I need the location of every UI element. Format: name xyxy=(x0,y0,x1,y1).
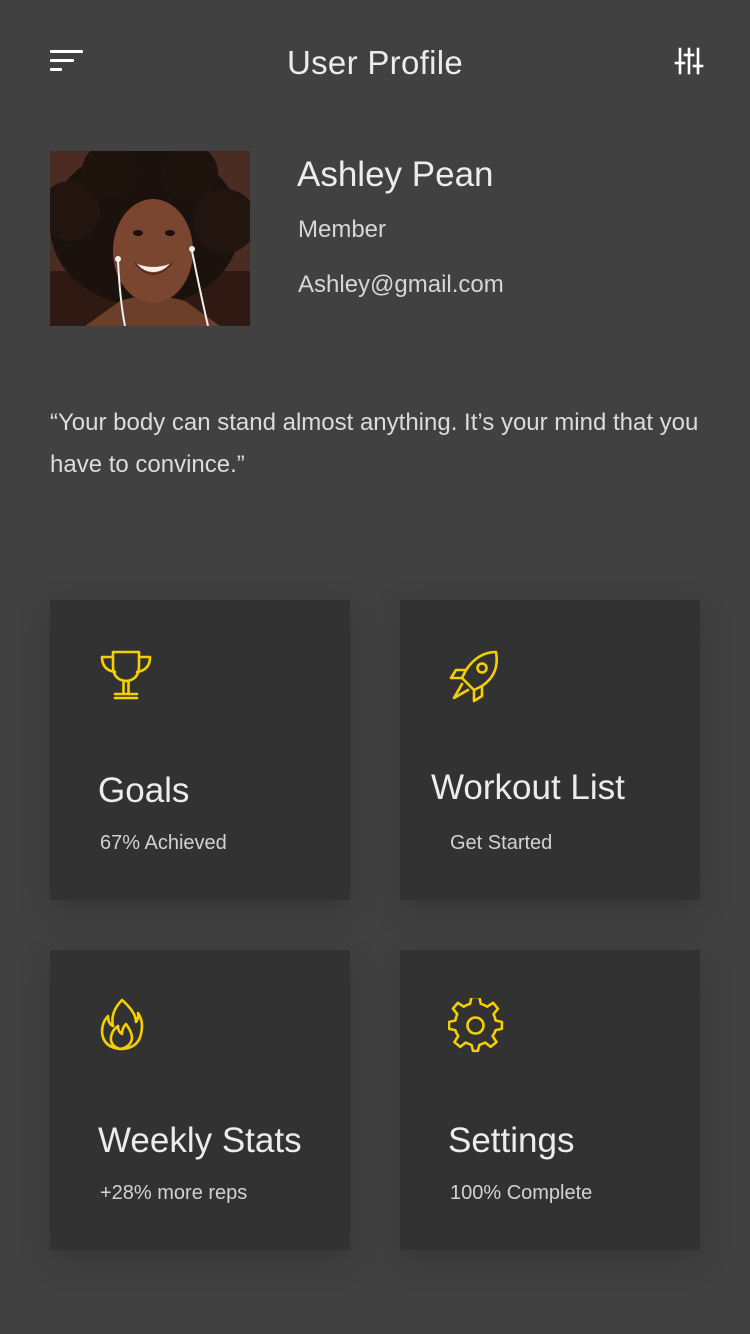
user-name: Ashley Pean xyxy=(297,155,494,194)
card-title: Workout List xyxy=(431,768,625,807)
user-email[interactable]: Ashley@gmail.com xyxy=(298,271,504,299)
card-title: Settings xyxy=(448,1121,575,1160)
trophy-icon xyxy=(98,648,154,704)
workout-list-card[interactable]: Workout List Get Started xyxy=(400,600,700,900)
card-title: Weekly Stats xyxy=(98,1121,302,1160)
flame-icon xyxy=(98,998,154,1054)
card-subtitle: 67% Achieved xyxy=(100,832,227,854)
card-subtitle: Get Started xyxy=(450,832,553,854)
settings-card[interactable]: Settings 100% Complete xyxy=(400,950,700,1250)
page-title: User Profile xyxy=(287,44,463,81)
weekly-stats-card[interactable]: Weekly Stats +28% more reps xyxy=(50,950,350,1250)
rocket-icon xyxy=(448,648,504,704)
user-profile-screen: User Profile Ashley Pean Member Ashley@g… xyxy=(0,0,750,1334)
avatar xyxy=(50,151,250,326)
user-role: Member xyxy=(298,216,387,243)
goals-card[interactable]: Goals 67% Achieved xyxy=(50,600,350,900)
motivational-quote: “Your body can stand almost anything. It… xyxy=(50,409,699,478)
sliders-icon[interactable] xyxy=(674,46,704,76)
gear-icon xyxy=(447,995,504,1054)
card-title: Goals xyxy=(98,771,190,810)
card-subtitle: 100% Complete xyxy=(450,1182,593,1204)
card-subtitle: +28% more reps xyxy=(100,1182,248,1204)
